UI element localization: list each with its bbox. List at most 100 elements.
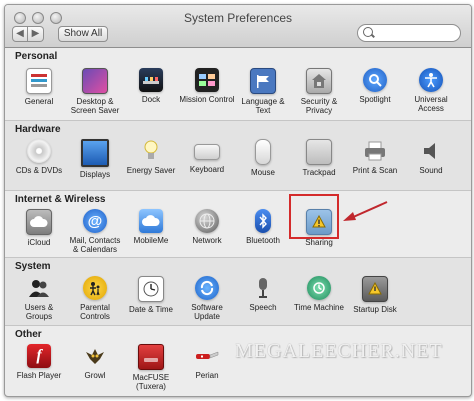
pane-users-groups[interactable]: Users & Groups	[11, 276, 67, 321]
pane-label: MobileMe	[133, 236, 169, 245]
pane-label: Keyboard	[189, 165, 225, 174]
pane-label: iCloud	[27, 238, 51, 247]
pane-label: Growl	[84, 371, 106, 380]
pane-print-scan[interactable]: Print & Scan	[347, 139, 403, 175]
pane-language-text[interactable]: Language & Text	[235, 68, 291, 115]
forward-button[interactable]: ▶	[28, 26, 44, 42]
system-preferences-window: System Preferences ◀ ▶ Show All Personal…	[4, 4, 472, 397]
pane-cds-dvds[interactable]: CDs & DVDs	[11, 139, 67, 175]
section-header-system: System	[15, 261, 51, 272]
pane-label: Bluetooth	[246, 236, 280, 245]
speaker-icon	[419, 139, 443, 163]
search-input[interactable]	[378, 26, 456, 39]
pane-label: Mission Control	[179, 95, 235, 104]
window-title: System Preferences	[183, 11, 293, 25]
sharing-highlight-box	[289, 194, 339, 239]
pane-sound[interactable]: Sound	[403, 139, 459, 175]
red-arrow-annotation	[343, 201, 388, 221]
dock-icon	[139, 68, 163, 92]
pane-bluetooth[interactable]: Bluetooth	[235, 209, 291, 245]
pane-label: Mouse	[250, 168, 275, 177]
growl-icon	[83, 344, 107, 368]
pane-label: Time Machine	[294, 303, 344, 312]
pane-label: Network	[192, 236, 222, 245]
pane-label: Dock	[141, 95, 161, 104]
pane-mouse[interactable]: Mouse	[235, 139, 291, 177]
at-icon: @	[83, 209, 107, 233]
spotlight-icon	[363, 68, 387, 92]
universal-access-icon	[419, 68, 443, 92]
pane-mission-control[interactable]: Mission Control	[179, 68, 235, 104]
pane-trackpad[interactable]: Trackpad	[291, 139, 347, 177]
back-button[interactable]: ◀	[12, 26, 28, 42]
display-icon	[81, 139, 109, 167]
pane-label: Users & Groups	[24, 303, 54, 321]
mission-control-icon	[195, 68, 219, 92]
pane-desktop-screen-saver[interactable]: Desktop & Screen Saver	[67, 68, 123, 115]
pane-label: Parental Controls	[80, 303, 110, 321]
update-icon	[195, 276, 219, 300]
pane-mail-contacts-calendars[interactable]: @ Mail, Contacts & Calendars	[67, 209, 123, 254]
pane-macfuse[interactable]: MacFUSE (Tuxera)	[123, 344, 179, 391]
pane-label: MacFUSE (Tuxera)	[132, 373, 170, 391]
pane-label: Print & Scan	[352, 166, 398, 175]
time-machine-icon	[307, 276, 331, 300]
pane-label: Startup Disk	[353, 305, 397, 314]
pane-displays[interactable]: Displays	[67, 139, 123, 179]
pane-speech[interactable]: Speech	[235, 276, 291, 312]
pane-flash-player[interactable]: f Flash Player	[11, 344, 67, 380]
microphone-icon	[251, 276, 275, 300]
clock-icon	[138, 276, 164, 302]
hard-disk-icon	[362, 276, 388, 302]
pane-startup-disk[interactable]: Startup Disk	[347, 276, 403, 314]
pane-energy-saver[interactable]: Energy Saver	[123, 139, 179, 175]
pane-label: Speech	[249, 303, 277, 312]
pane-parental-controls[interactable]: Parental Controls	[67, 276, 123, 321]
section-header-hardware: Hardware	[15, 124, 61, 135]
pane-label: Desktop & Screen Saver	[70, 97, 120, 115]
drive-icon	[138, 344, 164, 370]
pane-date-time[interactable]: Date & Time	[123, 276, 179, 314]
section-internet-wireless: Internet & Wireless iCloud @ Mail, Conta…	[5, 190, 471, 258]
title-bar: System Preferences ◀ ▶ Show All	[5, 5, 471, 48]
section-header-personal: Personal	[15, 51, 58, 62]
search-icon	[363, 27, 373, 37]
section-other: Other f Flash Player Growl MacFUSE (Tuxe…	[5, 325, 471, 396]
trackpad-icon	[306, 139, 332, 165]
bluetooth-icon	[255, 209, 271, 233]
pane-label: Language & Text	[241, 97, 285, 115]
pane-software-update[interactable]: Software Update	[179, 276, 235, 321]
pane-label: Perian	[195, 371, 219, 380]
desktop-icon	[82, 68, 108, 94]
pane-mobileme[interactable]: MobileMe	[123, 209, 179, 245]
pane-general[interactable]: General	[11, 68, 67, 106]
pane-icloud[interactable]: iCloud	[11, 209, 67, 247]
pane-network[interactable]: Network	[179, 209, 235, 245]
globe-icon	[195, 209, 219, 233]
pane-label: Software Update	[191, 303, 223, 321]
users-icon	[27, 276, 51, 300]
pane-label: Security & Privacy	[300, 97, 338, 115]
pane-time-machine[interactable]: Time Machine	[291, 276, 347, 312]
flash-icon: f	[27, 344, 51, 368]
pane-perian[interactable]: Perian	[179, 344, 235, 380]
section-personal: Personal General Desktop & Screen Saver …	[5, 48, 471, 120]
pane-spotlight[interactable]: Spotlight	[347, 68, 403, 104]
flag-icon	[250, 68, 276, 94]
pane-universal-access[interactable]: Universal Access	[403, 68, 459, 113]
pane-security-privacy[interactable]: Security & Privacy	[291, 68, 347, 115]
pane-label: Trackpad	[302, 168, 336, 177]
pane-label: Mail, Contacts & Calendars	[69, 236, 121, 254]
pane-keyboard[interactable]: Keyboard	[179, 139, 235, 174]
show-all-button[interactable]: Show All	[58, 26, 108, 42]
pane-dock[interactable]: Dock	[123, 68, 179, 104]
search-field[interactable]	[357, 24, 461, 42]
pane-label: General	[24, 97, 54, 106]
pane-label: Sound	[419, 166, 443, 175]
pane-label: Flash Player	[16, 371, 62, 380]
pane-label: Sharing	[305, 238, 333, 247]
general-icon	[26, 68, 52, 94]
pane-growl[interactable]: Growl	[67, 344, 123, 380]
pane-label: Date & Time	[128, 305, 173, 314]
disc-icon	[27, 139, 51, 163]
